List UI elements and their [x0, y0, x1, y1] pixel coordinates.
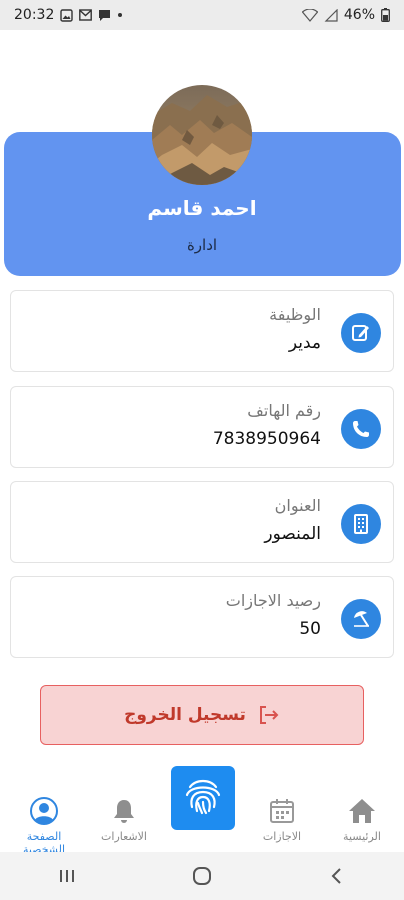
- home-icon: [322, 796, 402, 826]
- nav-item-notifications[interactable]: الاشعارات: [84, 796, 164, 843]
- status-bar: 20:32 46%: [0, 0, 404, 30]
- battery-percent: 46%: [343, 7, 375, 23]
- avatar[interactable]: [152, 85, 252, 185]
- info-card-leave-balance: رصيد الاجازات 50: [10, 576, 394, 658]
- nav-item-profile[interactable]: الصفحة الشخصية: [4, 796, 84, 856]
- battery-icon: [381, 8, 390, 22]
- info-value: 50: [299, 619, 321, 639]
- info-label: رقم الهاتف: [247, 401, 321, 420]
- nav-label: الاجازات: [262, 830, 302, 843]
- status-right: 46%: [301, 7, 390, 23]
- mail-icon: [79, 9, 93, 21]
- bell-icon: [84, 796, 164, 826]
- system-nav-bar: [0, 852, 404, 900]
- wifi-icon: [301, 8, 318, 22]
- nav-label: الاشعارات: [101, 830, 147, 843]
- logout-icon: [258, 705, 280, 725]
- fingerprint-icon: [180, 773, 226, 823]
- info-label: العنوان: [274, 496, 321, 515]
- calendar-icon: [242, 796, 322, 826]
- fingerprint-button[interactable]: [171, 766, 235, 830]
- signal-icon: [324, 8, 338, 22]
- profile-name: احمد قاسم: [147, 196, 257, 220]
- status-left: 20:32: [14, 7, 123, 23]
- info-label: الوظيفة: [269, 305, 321, 324]
- dot-icon: [117, 12, 123, 18]
- home-button[interactable]: [182, 861, 222, 891]
- info-value: مدير: [288, 333, 321, 353]
- logout-button[interactable]: تسجيل الخروج: [40, 685, 364, 745]
- beach-umbrella-icon: [341, 599, 381, 639]
- nav-item-home[interactable]: الرئيسية: [322, 796, 402, 843]
- gallery-icon: [60, 8, 74, 22]
- info-value: 7838950964: [212, 429, 321, 449]
- chat-icon: [98, 9, 111, 22]
- info-card-address: العنوان المنصور: [10, 481, 394, 563]
- status-time: 20:32: [14, 7, 55, 23]
- info-card-job: الوظيفة مدير: [10, 290, 394, 372]
- nav-label: الرئيسية: [343, 830, 381, 843]
- info-label: رصيد الاجازات: [225, 591, 321, 610]
- building-icon: [341, 504, 381, 544]
- info-card-phone: رقم الهاتف 7838950964: [10, 386, 394, 468]
- profile-department: ادارة: [186, 236, 218, 254]
- logout-label: تسجيل الخروج: [124, 705, 246, 725]
- user-circle-icon: [4, 796, 84, 826]
- phone-icon: [341, 409, 381, 449]
- info-value: المنصور: [264, 524, 321, 544]
- nav-item-leaves[interactable]: الاجازات: [242, 796, 322, 843]
- edit-icon: [341, 313, 381, 353]
- back-button[interactable]: [317, 861, 357, 891]
- recent-apps-button[interactable]: [47, 861, 87, 891]
